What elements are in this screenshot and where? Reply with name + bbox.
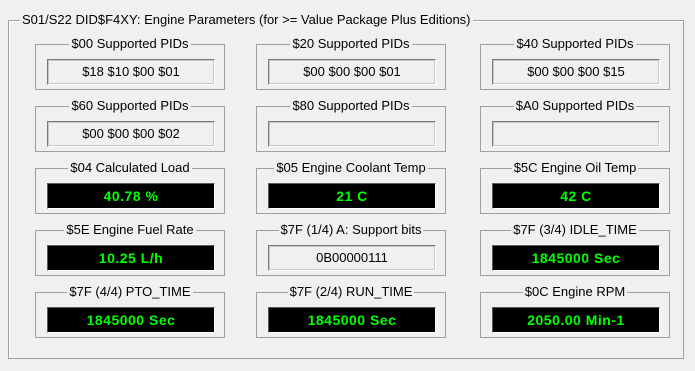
value-field: $00 $00 $00 $01	[268, 59, 436, 85]
param-group: $7F (2/4) RUN_TIME 1845000 Sec	[256, 284, 446, 338]
param-group-title: $5C Engine Oil Temp	[481, 160, 669, 176]
param-group-title: $7F (1/4) A: Support bits	[257, 222, 445, 238]
live-value-display: 21 C	[268, 183, 436, 209]
param-group: $20 Supported PIDs $00 $00 $00 $01	[256, 36, 446, 90]
param-label: $7F (3/4) IDLE_TIME	[511, 222, 639, 237]
param-group-title: $0C Engine RPM	[481, 284, 669, 300]
param-group: $5E Engine Fuel Rate 10.25 L/h	[35, 222, 225, 276]
live-value-display: 2050.00 Min-1	[492, 307, 660, 333]
param-group-title: $7F (4/4) PTO_TIME	[36, 284, 224, 300]
param-label: $20 Supported PIDs	[290, 36, 412, 51]
param-label: $04 Calculated Load	[68, 160, 192, 175]
param-group-title: $00 Supported PIDs	[36, 36, 224, 52]
param-label: $A0 Supported PIDs	[513, 98, 637, 113]
param-group-title: $A0 Supported PIDs	[481, 98, 669, 114]
value-field: 0B00000111	[268, 245, 436, 271]
param-label: $0C Engine RPM	[522, 284, 628, 299]
live-value-display: 1845000 Sec	[492, 245, 660, 271]
param-group-title: $7F (2/4) RUN_TIME	[257, 284, 445, 300]
param-label: $7F (1/4) A: Support bits	[278, 222, 424, 237]
value-field	[492, 121, 660, 147]
param-group: $60 Supported PIDs $00 $00 $00 $02	[35, 98, 225, 152]
value-field	[268, 121, 436, 147]
value-field: $00 $00 $00 $02	[47, 121, 215, 147]
param-group: $00 Supported PIDs $18 $10 $00 $01	[35, 36, 225, 90]
param-label: $5E Engine Fuel Rate	[64, 222, 196, 237]
param-group-title: $7F (3/4) IDLE_TIME	[481, 222, 669, 238]
live-value-display: 40.78 %	[47, 183, 215, 209]
param-label: $7F (4/4) PTO_TIME	[67, 284, 193, 299]
param-group: $80 Supported PIDs	[256, 98, 446, 152]
param-group-title: $20 Supported PIDs	[257, 36, 445, 52]
param-group-title: $04 Calculated Load	[36, 160, 224, 176]
param-group: $05 Engine Coolant Temp 21 C	[256, 160, 446, 214]
param-group: $40 Supported PIDs $00 $00 $00 $15	[480, 36, 670, 90]
param-group: $0C Engine RPM 2050.00 Min-1	[480, 284, 670, 338]
panel-title: S01/S22 DID$F4XY: Engine Parameters (for…	[20, 11, 473, 29]
param-label: $60 Supported PIDs	[69, 98, 191, 113]
live-value-display: 1845000 Sec	[268, 307, 436, 333]
param-group: $7F (1/4) A: Support bits 0B00000111	[256, 222, 446, 276]
param-group-title: $5E Engine Fuel Rate	[36, 222, 224, 238]
param-group: $7F (3/4) IDLE_TIME 1845000 Sec	[480, 222, 670, 276]
param-group-title: $80 Supported PIDs	[257, 98, 445, 114]
param-group: $04 Calculated Load 40.78 %	[35, 160, 225, 214]
param-label: $5C Engine Oil Temp	[511, 160, 639, 175]
param-label: $00 Supported PIDs	[69, 36, 191, 51]
param-group-title: $60 Supported PIDs	[36, 98, 224, 114]
live-value-display: 42 C	[492, 183, 660, 209]
live-value-display: 10.25 L/h	[47, 245, 215, 271]
live-value-display: 1845000 Sec	[47, 307, 215, 333]
value-field: $18 $10 $00 $01	[47, 59, 215, 85]
param-group: $5C Engine Oil Temp 42 C	[480, 160, 670, 214]
param-group-title: $05 Engine Coolant Temp	[257, 160, 445, 176]
param-group: $A0 Supported PIDs	[480, 98, 670, 152]
param-label: $7F (2/4) RUN_TIME	[287, 284, 415, 299]
value-field: $00 $00 $00 $15	[492, 59, 660, 85]
param-label: $40 Supported PIDs	[514, 36, 636, 51]
param-group-title: $40 Supported PIDs	[481, 36, 669, 52]
param-group: $7F (4/4) PTO_TIME 1845000 Sec	[35, 284, 225, 338]
param-label: $80 Supported PIDs	[290, 98, 412, 113]
param-label: $05 Engine Coolant Temp	[274, 160, 428, 175]
